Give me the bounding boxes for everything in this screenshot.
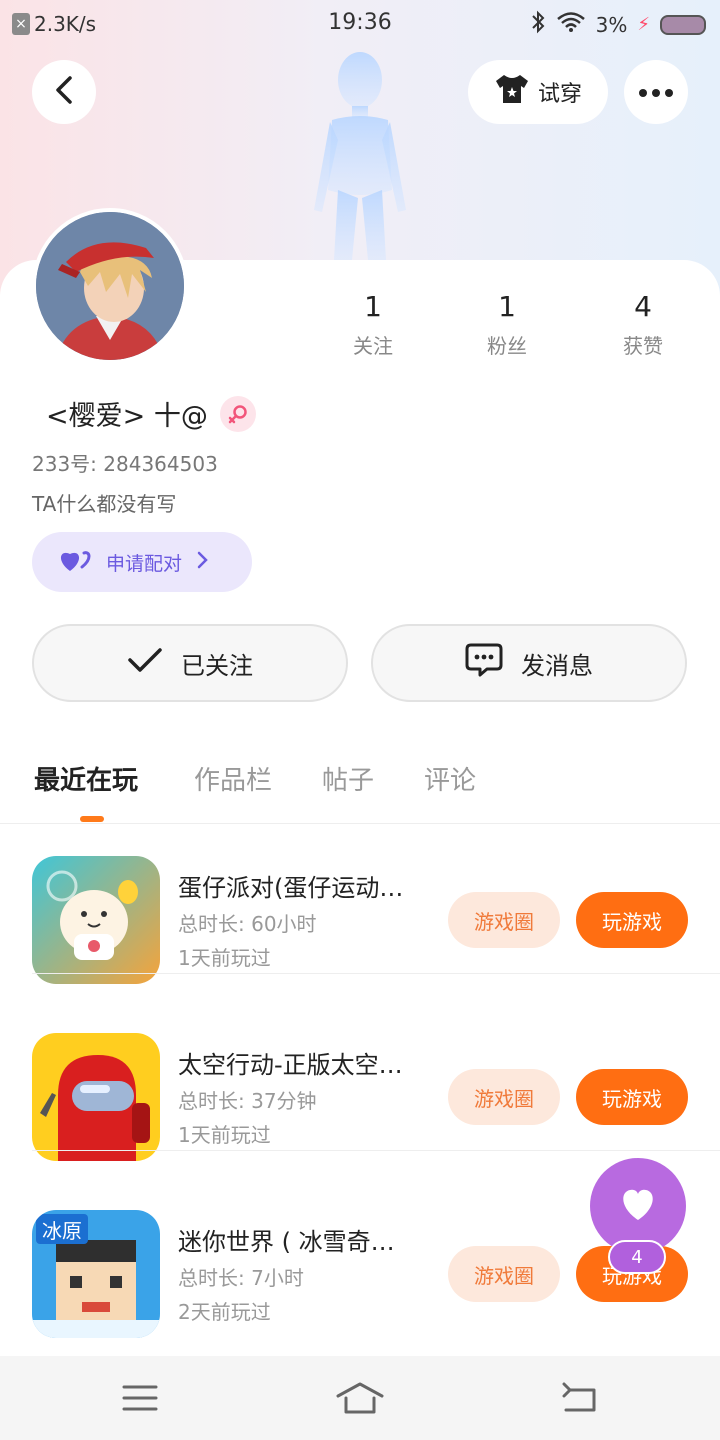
row-divider [32,1150,720,1151]
play-game-button[interactable]: 玩游戏 [576,1069,688,1125]
play-game-button[interactable]: 玩游戏 [576,892,688,948]
stat-followers[interactable]: 1 粉丝 [447,290,567,359]
more-button[interactable] [624,60,688,124]
avatar[interactable] [32,208,188,364]
followers-count: 1 [498,290,516,323]
tab-works[interactable]: 作品栏 [194,760,272,797]
game-last-played: 2天前玩过 [178,1300,271,1324]
chat-bubble-icon [465,642,503,684]
game-last-played: 1天前玩过 [178,1123,271,1147]
double-heart-icon [58,547,92,578]
tab-posts[interactable]: 帖子 [322,760,374,797]
chevron-left-icon [52,75,76,109]
row-divider [32,973,720,974]
heart-icon [618,1186,658,1226]
stat-likes[interactable]: 4 获赞 [583,290,703,359]
game-title: 迷你世界 ( 冰雪奇… [178,1228,395,1256]
game-circle-button[interactable]: 游戏圈 [448,1069,560,1125]
battery-icon [660,14,706,35]
stat-following[interactable]: 1 关注 [313,290,433,359]
list-item[interactable]: 太空行动-正版太空… 总时长: 37分钟 1天前玩过 游戏圈 玩游戏 [0,1001,720,1161]
likes-label: 获赞 [623,334,663,358]
likes-count: 4 [634,290,652,323]
active-tab-indicator [80,816,104,822]
avatar-hologram-figure [300,50,420,260]
status-right: 3% ⚡ [530,10,706,39]
followed-label: 已关注 [181,651,253,680]
mini-world-badge: 冰原 [42,1219,82,1243]
game-icon-mini-world[interactable]: 冰原 [32,1210,160,1338]
game-total-time: 总时长: 37分钟 [178,1089,317,1113]
system-navigation-bar [0,1356,720,1440]
profile-tabs: 最近在玩 作品栏 帖子 评论 [0,760,720,824]
chevron-right-icon [196,551,208,574]
send-message-label: 发消息 [521,651,593,680]
game-circle-button[interactable]: 游戏圈 [448,892,560,948]
request-pair-label: 申请配对 [106,552,183,575]
user-bio: TA什么都没有写 [32,492,177,516]
wifi-icon [556,11,586,38]
game-circle-button[interactable]: 游戏圈 [448,1246,560,1302]
back-nav-icon[interactable] [560,1378,600,1418]
try-on-button[interactable]: 试穿 [468,60,608,124]
bluetooth-icon [530,10,546,39]
game-total-time: 总时长: 60小时 [178,912,317,936]
game-icon-eggy-party[interactable] [32,856,160,984]
tshirt-icon [494,73,530,111]
username: <樱爱> 十@ [46,401,208,432]
send-message-button[interactable]: 发消息 [371,624,687,702]
following-count: 1 [364,290,382,323]
followed-button[interactable]: 已关注 [32,624,348,702]
list-item[interactable]: 蛋仔派对(蛋仔运动… 总时长: 60小时 1天前玩过 游戏圈 玩游戏 [0,824,720,984]
like-count-badge: 4 [608,1240,666,1274]
checkmark-icon [127,646,163,680]
game-title: 太空行动-正版太空… [178,1051,403,1079]
following-label: 关注 [353,334,393,358]
back-button[interactable] [32,60,96,124]
game-last-played: 1天前玩过 [178,946,271,970]
charging-icon: ⚡ [637,14,650,35]
game-title: 蛋仔派对(蛋仔运动… [178,874,404,902]
request-pair-button[interactable]: 申请配对 [32,532,252,592]
user-id: 233号: 284364503 [32,452,218,476]
game-icon-space-action[interactable] [32,1033,160,1161]
tab-comments[interactable]: 评论 [424,760,476,797]
tab-recently-played[interactable]: 最近在玩 [34,760,138,797]
followers-label: 粉丝 [487,334,527,358]
game-total-time: 总时长: 7小时 [178,1266,304,1290]
username-row: <樱爱> 十@ [46,394,256,433]
status-bar: × 2.3K/s 19:36 3% ⚡ [0,0,720,48]
female-gender-icon [219,395,256,432]
home-icon[interactable] [336,1378,384,1418]
menu-icon[interactable] [120,1378,160,1418]
battery-percent: 3% [595,12,628,37]
more-dots-icon [638,83,674,102]
try-on-label: 试穿 [537,82,582,107]
